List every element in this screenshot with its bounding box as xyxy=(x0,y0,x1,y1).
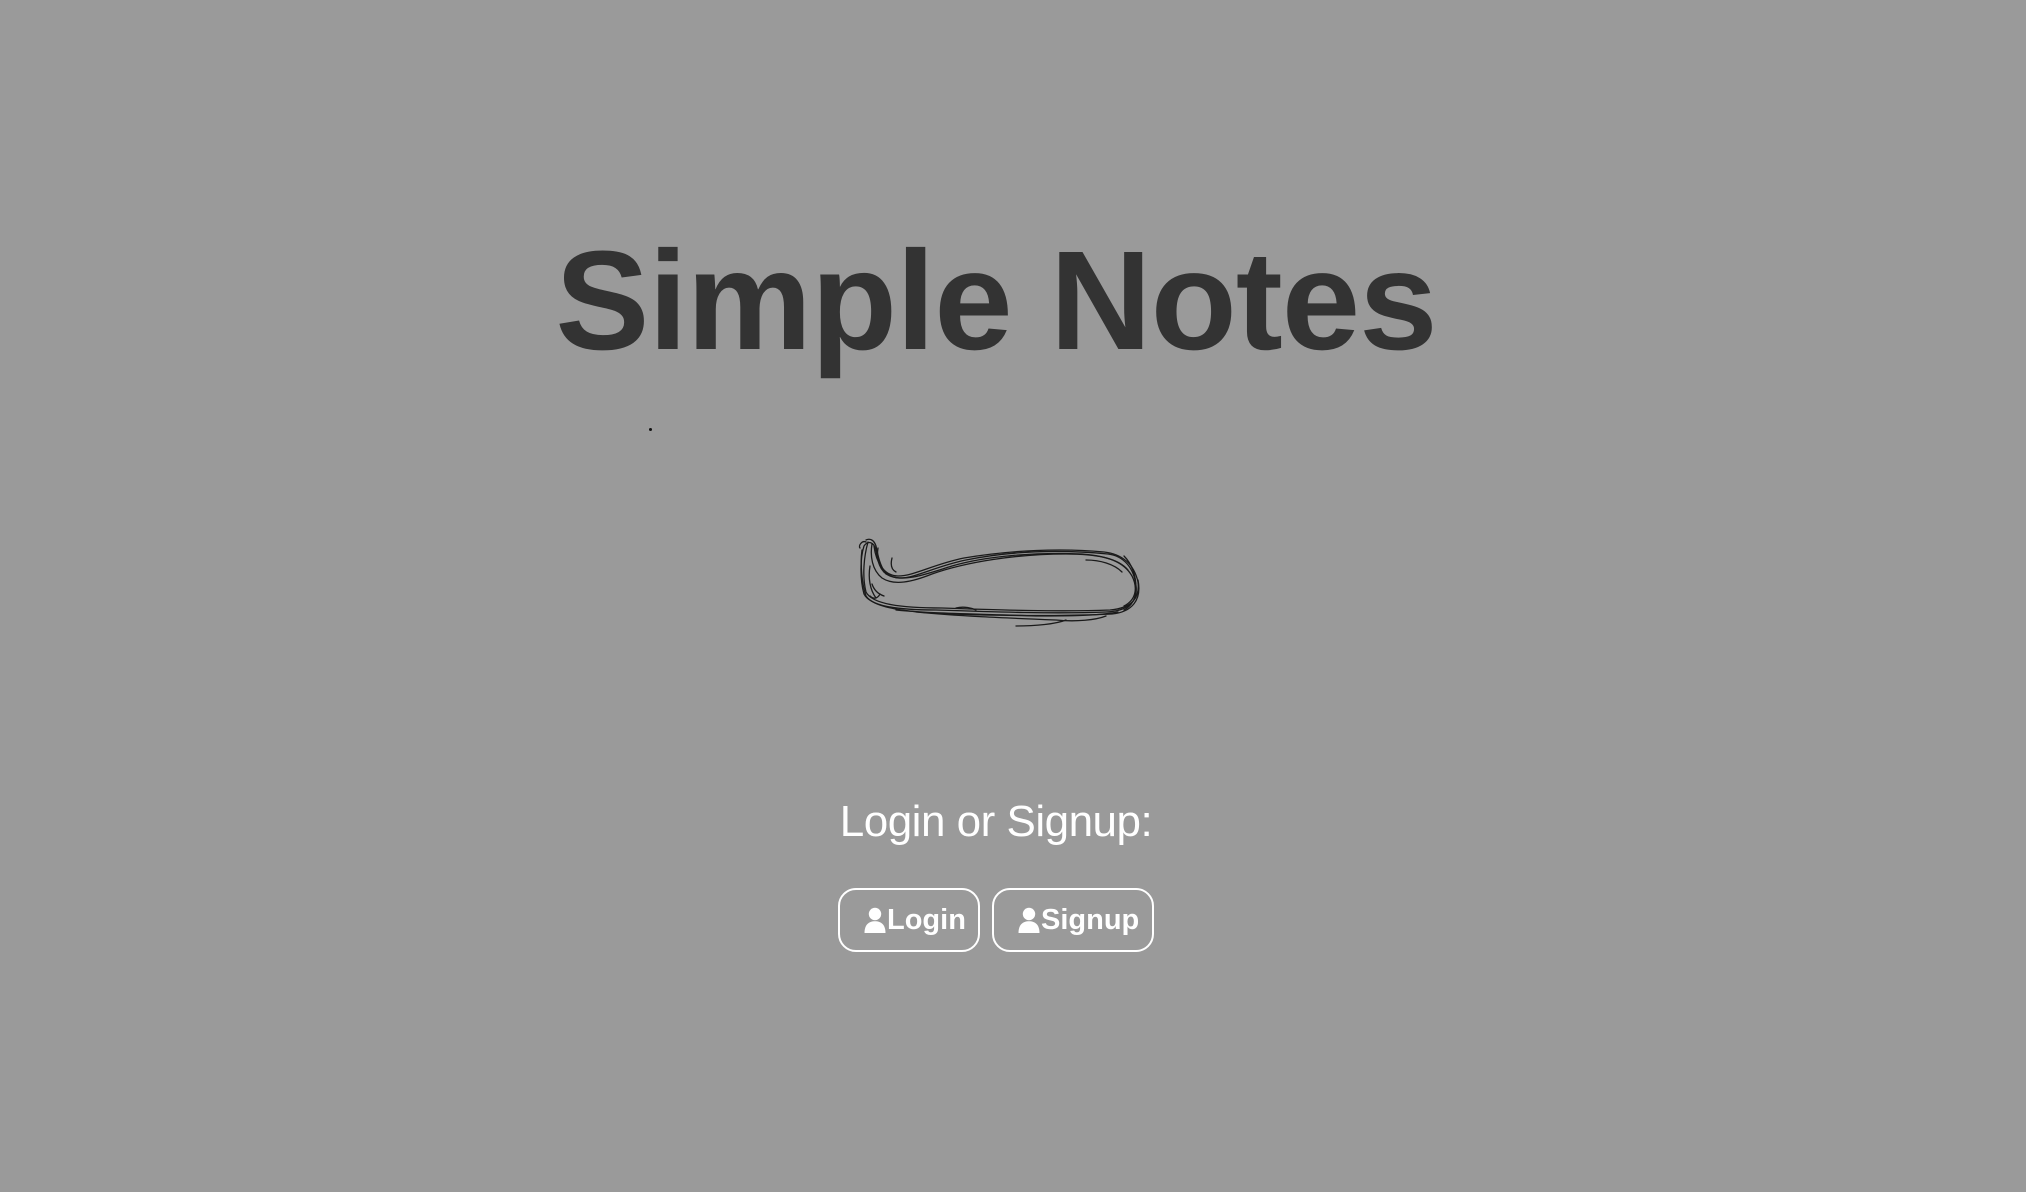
login-button[interactable]: Login xyxy=(838,888,980,952)
landing-page: Simple Notes Login or Signup: Login Sign… xyxy=(0,0,2026,1192)
signup-label: Signup xyxy=(1041,903,1140,936)
app-title: Simple Notes xyxy=(555,221,1437,379)
user-icon xyxy=(864,907,886,933)
auth-prompt: Login or Signup: xyxy=(839,797,1153,846)
user-icon xyxy=(1018,907,1040,933)
auth-buttons: Login Signup xyxy=(0,888,1992,952)
sketch-illustration xyxy=(858,538,1140,627)
stray-dot xyxy=(649,428,652,431)
signup-button[interactable]: Signup xyxy=(992,888,1154,952)
login-label: Login xyxy=(887,903,966,936)
